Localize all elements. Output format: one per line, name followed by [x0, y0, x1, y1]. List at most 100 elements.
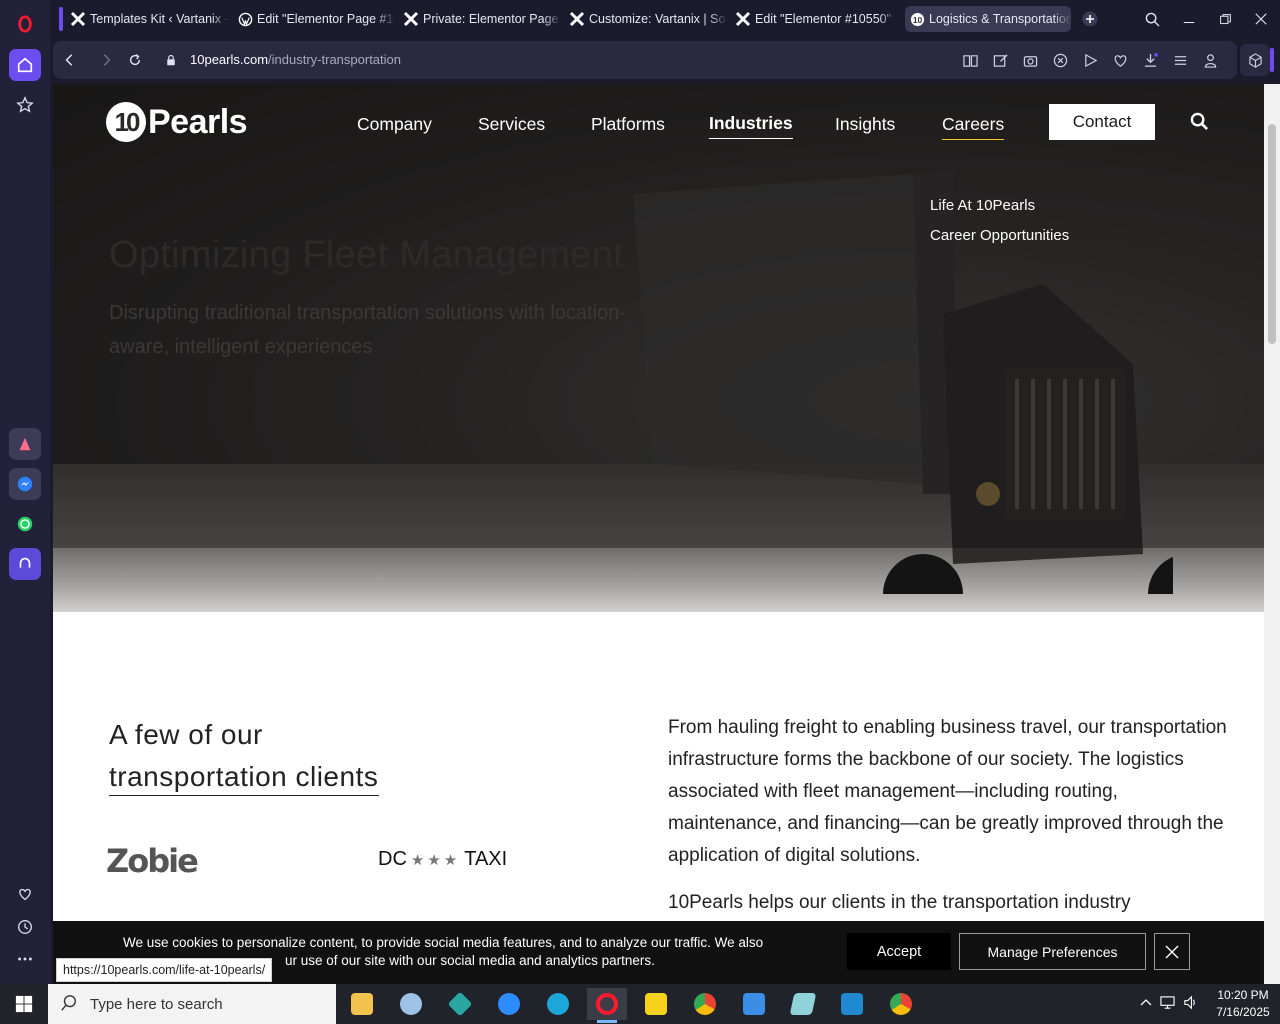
bookmark-heart-icon[interactable]	[1111, 51, 1129, 69]
tab-edit-elementor-page[interactable]: Edit "Elementor Page #10	[233, 6, 395, 32]
camera-icon[interactable]	[1021, 51, 1039, 69]
home-icon[interactable]	[9, 49, 41, 81]
stars-icon: ★★★	[410, 852, 461, 869]
search-icon	[60, 994, 80, 1014]
play-icon[interactable]	[1081, 51, 1099, 69]
zobie-logo: Zobie	[106, 842, 199, 880]
scrollbar-thumb[interactable]	[1268, 124, 1276, 344]
tab-label: Logistics & Transportation	[929, 12, 1071, 26]
messenger-icon[interactable]	[9, 468, 41, 500]
chevron-up-icon[interactable]	[1140, 997, 1152, 1012]
close-window-button[interactable]	[1247, 6, 1275, 32]
network-icon[interactable]	[1160, 995, 1175, 1013]
contact-button[interactable]: Contact	[1049, 104, 1155, 140]
hero-title: Optimizing Fleet Management	[109, 234, 624, 276]
chrome-icon[interactable]	[881, 988, 921, 1020]
heart-icon[interactable]	[9, 878, 41, 910]
zoom-icon[interactable]	[489, 988, 529, 1020]
tab-logistics-transportation[interactable]: 10 Logistics & Transportation	[905, 6, 1071, 32]
sidebar-rail	[0, 0, 50, 984]
music-player-icon[interactable]	[9, 548, 41, 580]
taskbar-search-box[interactable]: Type here to search	[48, 984, 336, 1024]
dropdown-label: Career Opportunities	[930, 227, 1070, 244]
nav-insights[interactable]: Insights	[835, 114, 895, 135]
aria-ai-icon[interactable]	[9, 428, 41, 460]
tab-templates-kit[interactable]: Templates Kit ‹ Vartanix —	[66, 6, 229, 32]
nav-hover-underline	[942, 138, 1005, 140]
file-explorer-icon[interactable]	[342, 988, 382, 1020]
tab-private-elementor-page[interactable]: Private: Elementor Page #	[399, 6, 561, 32]
vscode-icon[interactable]	[832, 988, 872, 1020]
paint-icon[interactable]	[391, 988, 431, 1020]
accept-cookies-button[interactable]: Accept	[847, 933, 951, 970]
nav-label: Industries	[709, 113, 793, 133]
tab-edit-elementor-10550[interactable]: Edit "Elementor #10550"	[731, 6, 897, 32]
clock[interactable]: 10:20 PM 7/16/2025	[1212, 987, 1274, 1021]
photos-icon[interactable]	[734, 988, 774, 1020]
accept-label: Accept	[876, 943, 922, 960]
link-status-tooltip: https://10pearls.com/life-at-10pearls/	[56, 958, 273, 982]
forward-button[interactable]	[96, 50, 116, 70]
speed-dial-star-icon[interactable]	[9, 89, 41, 121]
windows-start-icon[interactable]	[0, 984, 48, 1024]
dropdown-career-opportunities[interactable]: Career Opportunities	[930, 227, 1069, 244]
search-icon[interactable]	[1190, 112, 1210, 132]
site-logo[interactable]: 10 Pearls	[106, 100, 248, 144]
whatsapp-icon[interactable]	[9, 508, 41, 540]
page-scrollbar[interactable]	[1264, 84, 1280, 984]
sticky-notes-icon[interactable]	[636, 988, 676, 1020]
workspace-indicator	[59, 7, 63, 31]
url-field[interactable]: 10pearls.com/industry-transportation	[190, 52, 401, 67]
logo-mark: 10	[106, 102, 146, 142]
hero-section: 10 Pearls Company Services Platforms Ind…	[53, 84, 1264, 612]
manage-preferences-button[interactable]: Manage Preferences	[959, 933, 1146, 970]
x-icon	[403, 11, 419, 27]
nav-company[interactable]: Company	[357, 114, 432, 135]
tab-search-icon[interactable]	[1138, 6, 1166, 32]
svg-text:10: 10	[912, 14, 922, 24]
system-tray	[1140, 984, 1198, 1024]
zobie-logo-text: Zobie	[106, 842, 199, 880]
minimize-button[interactable]	[1175, 6, 1203, 32]
close-icon[interactable]	[1154, 933, 1190, 970]
dc-taxi-left: DC	[378, 848, 407, 870]
intro-paragraph: From hauling freight to enabling busines…	[668, 717, 1227, 866]
chrome-icon[interactable]	[685, 988, 725, 1020]
reader-mode-icon[interactable]	[961, 51, 979, 69]
more-icon[interactable]	[9, 943, 41, 975]
dropdown-life-at-10pearls[interactable]: Life At 10Pearls	[930, 197, 1035, 214]
edge-icon[interactable]	[538, 988, 578, 1020]
nav-careers[interactable]: Careers	[942, 114, 1005, 140]
page-viewport: 10 Pearls Company Services Platforms Ind…	[53, 84, 1264, 984]
dropdown-label: Life At 10Pearls	[930, 197, 1036, 214]
opera-menu-icon[interactable]	[9, 8, 41, 40]
tab-customize-vartanix[interactable]: Customize: Vartanix | Soft	[565, 6, 727, 32]
10pearls-icon: 10	[909, 11, 925, 27]
downloads-icon[interactable]	[1141, 51, 1159, 69]
easy-setup-menu-icon[interactable]	[1171, 51, 1189, 69]
clients-heading-line1: A few of our	[109, 719, 263, 750]
notepad-icon[interactable]	[783, 988, 823, 1020]
reload-button[interactable]	[125, 50, 145, 70]
history-icon[interactable]	[9, 911, 41, 943]
tab-label: Customize: Vartanix | Soft	[589, 12, 727, 26]
nav-services[interactable]: Services	[478, 114, 545, 135]
taskbar: Type here to search 10:20 PM 7/16/2025	[0, 984, 1280, 1024]
extensions-cube-icon[interactable]	[1240, 44, 1274, 76]
volume-icon[interactable]	[1183, 995, 1198, 1013]
dc-taxi-logo: DC ★★★ TAXI	[378, 848, 507, 871]
app-gem-icon[interactable]	[440, 988, 480, 1020]
edit-snapshot-icon[interactable]	[991, 51, 1009, 69]
back-button[interactable]	[60, 50, 80, 70]
ad-block-shield-icon[interactable]	[1051, 51, 1069, 69]
new-tab-button[interactable]	[1076, 6, 1104, 32]
opera-icon[interactable]	[587, 988, 627, 1023]
restore-button[interactable]	[1211, 6, 1239, 32]
nav-platforms[interactable]: Platforms	[591, 114, 665, 135]
profile-icon[interactable]	[1201, 51, 1219, 69]
lock-icon[interactable]	[161, 50, 181, 70]
tab-label: Private: Elementor Page #	[423, 12, 561, 26]
tab-strip: Templates Kit ‹ Vartanix — Edit "Element…	[50, 0, 1280, 38]
hero-subtitle: Disrupting traditional transportation so…	[109, 302, 626, 358]
nav-industries[interactable]: Industries	[709, 113, 793, 139]
